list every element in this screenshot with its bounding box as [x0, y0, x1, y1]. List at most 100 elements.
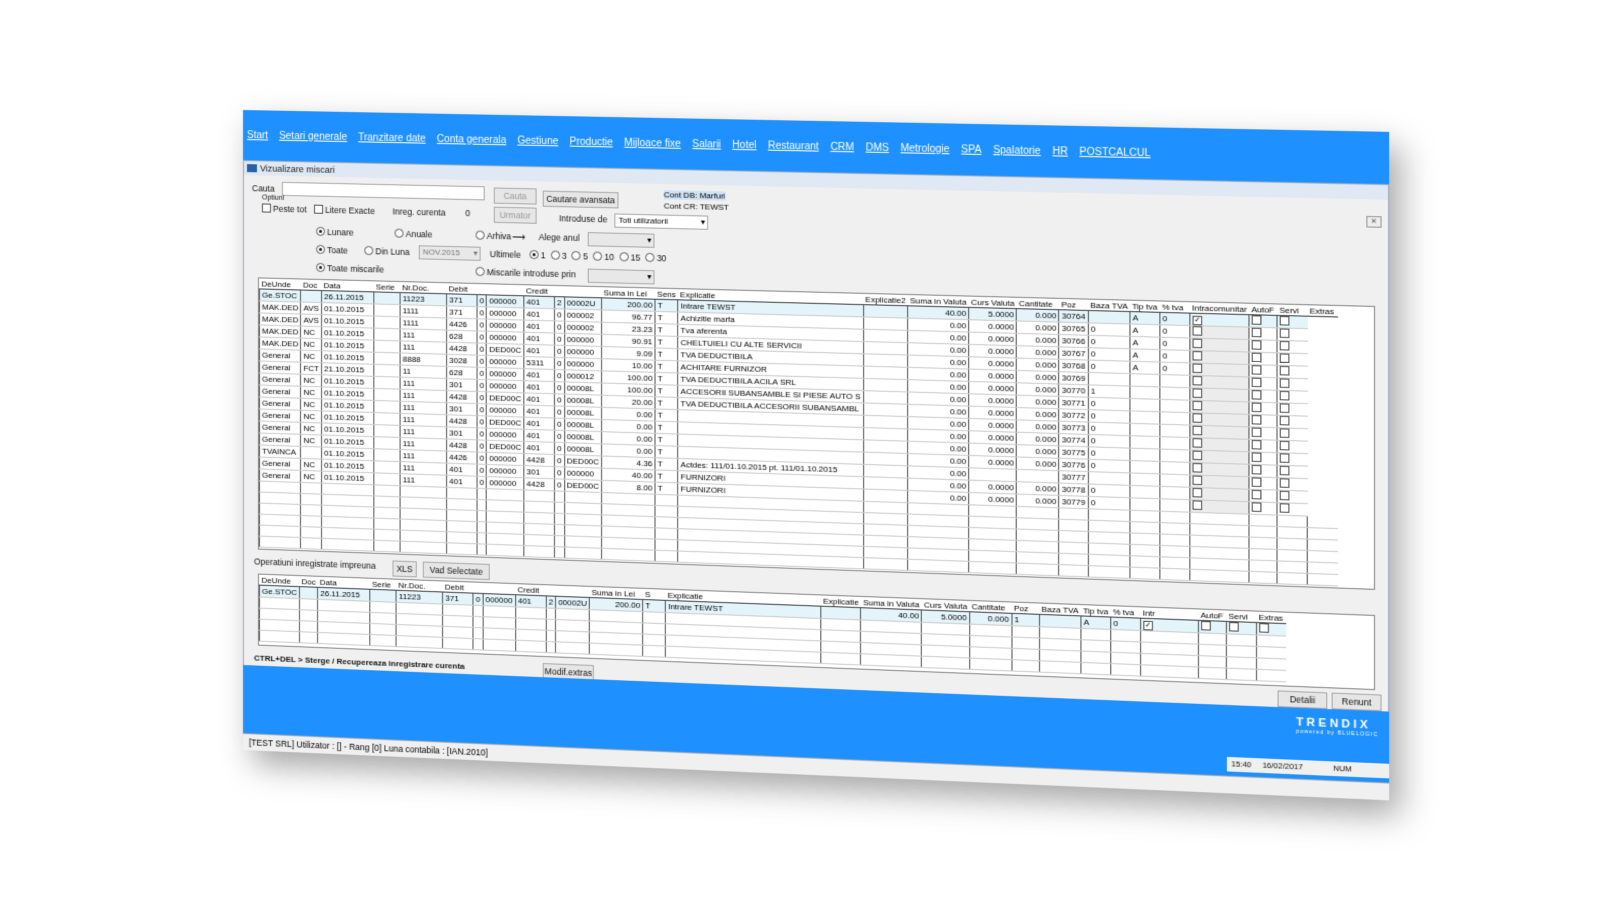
litere-exacte-checkbox[interactable]: Litere Exacte [314, 204, 375, 216]
row-checkbox[interactable] [1198, 620, 1227, 634]
menu-conta-generala[interactable]: Conta generala [437, 133, 506, 145]
col-header[interactable]: S [642, 588, 666, 601]
ultimele-1-radio[interactable]: 1 [529, 249, 546, 260]
row-checkbox[interactable] [1277, 477, 1308, 492]
row-checkbox[interactable] [1277, 365, 1308, 379]
xls-button[interactable]: XLS [392, 560, 417, 578]
row-checkbox[interactable] [1249, 451, 1278, 466]
menu-restaurant[interactable]: Restaurant [768, 140, 819, 152]
menu-hr[interactable]: HR [1052, 146, 1067, 158]
row-checkbox[interactable] [1249, 364, 1278, 378]
menu-spalatorie[interactable]: Spalatorie [993, 144, 1041, 156]
tab-operatiuni-impreuna[interactable]: Operatiuni inregistrate impreuna [254, 556, 376, 570]
col-header[interactable] [545, 585, 556, 597]
vad-selectate-button[interactable]: Vad Selectate [422, 561, 490, 581]
menu-spa[interactable]: SPA [961, 144, 981, 156]
arhiva-radio[interactable]: Arhiva [475, 230, 511, 241]
row-checkbox[interactable] [1277, 327, 1308, 342]
row-checkbox[interactable] [1249, 489, 1278, 503]
menu-hotel[interactable]: Hotel [732, 139, 756, 151]
row-checkbox[interactable] [1189, 449, 1250, 465]
row-checkbox[interactable] [1249, 377, 1278, 391]
row-checkbox[interactable] [1277, 352, 1308, 367]
cauta-button[interactable]: Cauta [493, 187, 537, 205]
row-checkbox[interactable] [1189, 437, 1250, 452]
menu-metrologie[interactable]: Metrologie [900, 143, 949, 155]
alege-anul-select[interactable]: ▾ [587, 232, 655, 248]
col-header[interactable]: Extras [1307, 305, 1338, 317]
menu-gestiune[interactable]: Gestiune [517, 135, 558, 147]
row-checkbox[interactable] [1249, 352, 1278, 366]
row-checkbox[interactable] [1189, 325, 1250, 340]
row-checkbox[interactable] [1277, 465, 1308, 479]
introduse-de-select[interactable]: Toti utilizatorii ▾ [614, 213, 709, 230]
luna-select[interactable]: NOV.2015 ▾ [418, 245, 481, 261]
menu-tranzitare-date[interactable]: Tranzitare date [358, 132, 426, 144]
col-header[interactable]: Poz [1059, 298, 1089, 311]
row-checkbox[interactable] [1249, 314, 1278, 328]
col-header[interactable]: Doc [299, 576, 318, 588]
row-checkbox[interactable] [1189, 350, 1250, 365]
row-checkbox[interactable] [1277, 377, 1308, 392]
row-checkbox[interactable] [1256, 622, 1287, 637]
menu-start[interactable]: Start [247, 130, 268, 141]
row-checkbox[interactable] [1189, 425, 1250, 440]
row-checkbox[interactable] [1189, 400, 1250, 415]
row-checkbox[interactable] [1189, 387, 1250, 402]
peste-tot-checkbox[interactable]: Peste tot [261, 203, 307, 214]
col-header[interactable]: Debit [446, 283, 478, 295]
row-checkbox[interactable] [1189, 412, 1250, 427]
row-checkbox[interactable] [1249, 339, 1278, 353]
row-checkbox[interactable] [1277, 315, 1308, 329]
row-checkbox[interactable] [1189, 362, 1250, 378]
menu-salarii[interactable]: Salarii [692, 138, 721, 150]
row-checkbox[interactable] [1189, 462, 1250, 477]
row-checkbox[interactable] [1249, 389, 1278, 403]
row-checkbox[interactable] [1277, 390, 1308, 404]
ultimele-15-radio[interactable]: 15 [619, 252, 640, 263]
ultimele-30-radio[interactable]: 30 [645, 252, 666, 263]
search-input[interactable] [281, 181, 485, 201]
row-checkbox[interactable] [1249, 501, 1278, 516]
row-checkbox[interactable] [1249, 426, 1278, 441]
row-checkbox[interactable] [1249, 439, 1278, 453]
col-header[interactable]: Credit [523, 285, 555, 297]
row-checkbox[interactable]: ✓ [1189, 313, 1250, 328]
col-header[interactable]: Sens [655, 288, 678, 300]
row-checkbox[interactable] [1189, 338, 1250, 353]
col-header[interactable]: Serie [373, 281, 401, 293]
menu-postcalcul[interactable]: POSTCALCUL [1079, 146, 1150, 159]
col-header[interactable]: Doc [300, 279, 322, 291]
advanced-search-button[interactable]: Cautare avansata [542, 190, 619, 209]
row-checkbox[interactable] [1249, 476, 1278, 491]
row-checkbox[interactable] [1277, 502, 1308, 517]
menu-crm[interactable]: CRM [830, 141, 854, 153]
row-checkbox[interactable] [1277, 402, 1308, 417]
toate-miscarile-radio[interactable]: Toate miscarile [316, 262, 384, 275]
row-checkbox[interactable] [1226, 621, 1257, 635]
row-checkbox[interactable] [1249, 401, 1278, 416]
main-grid[interactable]: DeUnde Doc Data Serie Nr.Doc. Debit Credit Suma… [257, 277, 1376, 590]
row-checkbox[interactable] [1277, 490, 1308, 504]
col-header[interactable]: AutoF [1249, 303, 1278, 316]
row-checkbox[interactable] [1189, 474, 1250, 490]
menu-mijloace-fixe[interactable]: Mijloace fixe [624, 137, 681, 149]
row-checkbox[interactable] [1249, 327, 1278, 341]
miscarile-introduse-prin-radio[interactable]: Miscarile introduse prin [475, 266, 576, 279]
ultimele-10-radio[interactable]: 10 [593, 251, 614, 262]
col-header[interactable] [473, 582, 483, 594]
row-checkbox[interactable] [1277, 427, 1308, 442]
detalii-button[interactable]: Detalii [1277, 690, 1328, 710]
row-checkbox[interactable] [1277, 440, 1308, 454]
row-checkbox[interactable] [1277, 340, 1308, 354]
toate-radio[interactable]: Toate [316, 244, 348, 256]
menu-setari-generale[interactable]: Setari generale [279, 130, 347, 142]
menu-dms[interactable]: DMS [866, 142, 889, 154]
row-checkbox[interactable] [1277, 452, 1308, 467]
close-icon[interactable]: ✕ [1366, 215, 1382, 228]
row-checkbox[interactable] [1189, 375, 1250, 390]
col-header[interactable]: Tip tva [1129, 300, 1160, 313]
din-luna-radio[interactable]: Din Luna [364, 245, 410, 257]
row-checkbox[interactable] [1249, 464, 1278, 478]
lunare-radio[interactable]: Lunare [316, 226, 354, 238]
